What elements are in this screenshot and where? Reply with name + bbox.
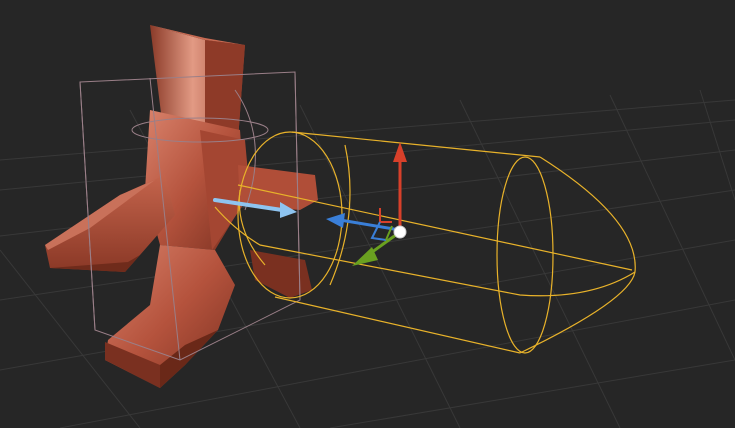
scene-viewport[interactable] [0,0,735,428]
mesh-object[interactable] [45,25,318,388]
viewport-canvas[interactable] [0,0,735,428]
y-axis-handle[interactable] [393,142,407,230]
plane-handles[interactable] [370,208,393,241]
pivot-sphere-icon[interactable] [393,225,407,239]
capsule-collider-wireframe[interactable] [214,131,636,354]
z-axis-handle[interactable] [352,230,401,266]
